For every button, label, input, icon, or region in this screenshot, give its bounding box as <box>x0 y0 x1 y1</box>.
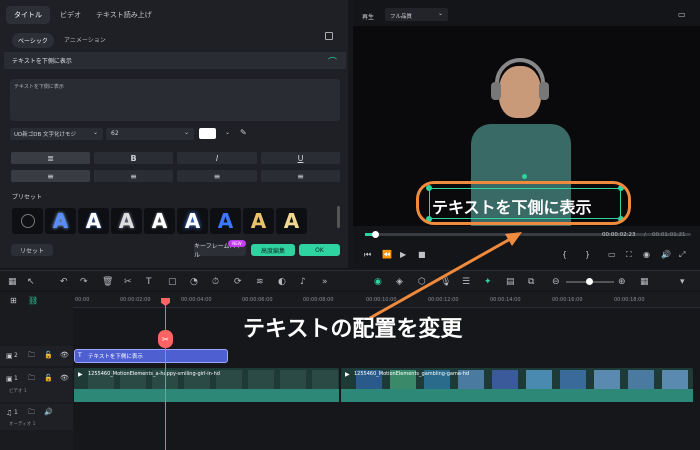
annotation-text: テキストの配置を変更 <box>243 317 463 342</box>
annotation-arrow-line <box>369 236 513 320</box>
annotation-arrow <box>369 232 522 320</box>
